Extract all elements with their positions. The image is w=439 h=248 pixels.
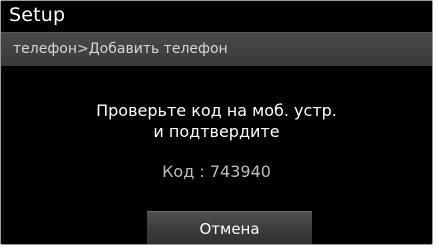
- page-title: Setup: [9, 4, 66, 26]
- code-separator: :: [194, 162, 210, 181]
- instruction-line-2: и подтвердите: [153, 122, 280, 141]
- breadcrumb: телефон>Добавить телефон: [1, 32, 432, 66]
- pairing-code: Код : 743940: [1, 162, 432, 181]
- code-value: 743940: [209, 162, 271, 181]
- instruction-line-1: Проверьте код на моб. устр.: [96, 101, 337, 120]
- code-label: Код: [162, 162, 195, 181]
- cancel-button-label: Отмена: [199, 220, 260, 238]
- breadcrumb-text: телефон>Добавить телефон: [13, 41, 228, 57]
- cancel-button[interactable]: Отмена: [147, 211, 312, 244]
- instruction-message: Проверьте код на моб. устр. и подтвердит…: [1, 100, 432, 142]
- setup-screen: Setup телефон>Добавить телефон Проверьте…: [0, 0, 433, 245]
- title-bar: Setup: [1, 1, 432, 32]
